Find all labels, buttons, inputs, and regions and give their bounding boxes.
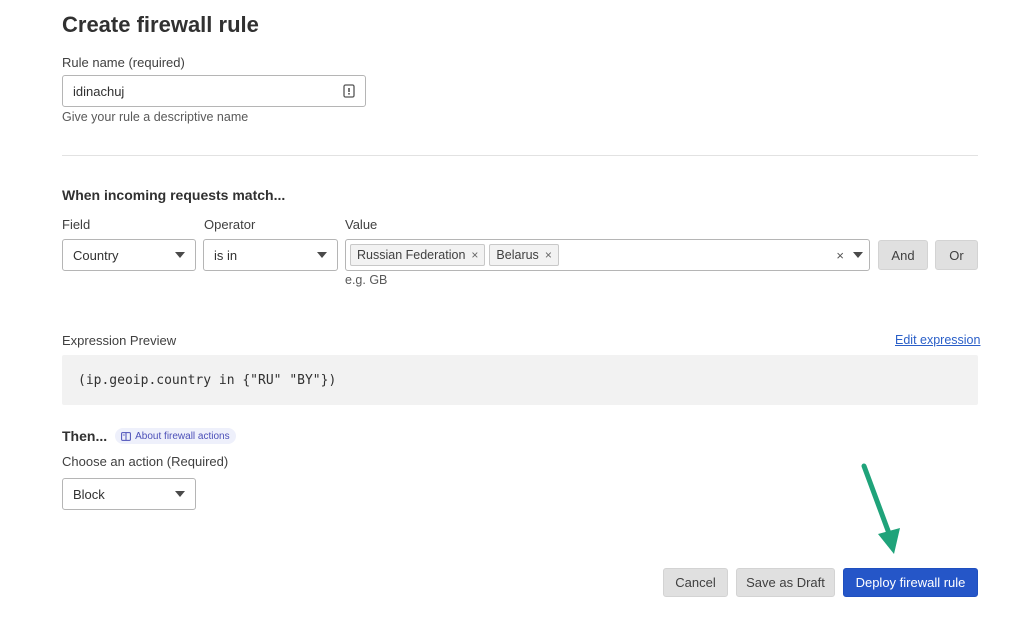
section-divider bbox=[62, 155, 978, 156]
chevron-down-icon bbox=[175, 252, 185, 258]
value-chip-belarus: Belarus × bbox=[489, 244, 559, 266]
chevron-down-icon[interactable] bbox=[853, 252, 863, 258]
form-fill-icon[interactable] bbox=[343, 84, 355, 98]
then-heading: Then... bbox=[62, 428, 108, 444]
expression-preview-label: Expression Preview bbox=[62, 333, 177, 348]
annotation-arrow-icon bbox=[861, 463, 900, 554]
about-firewall-actions-link[interactable]: About firewall actions bbox=[115, 428, 236, 444]
save-draft-button[interactable]: Save as Draft bbox=[736, 568, 835, 597]
cancel-button[interactable]: Cancel bbox=[663, 568, 728, 597]
value-multiselect[interactable]: Russian Federation × Belarus × × bbox=[345, 239, 870, 271]
book-icon bbox=[121, 431, 132, 441]
operator-select[interactable]: is in bbox=[203, 239, 338, 271]
expression-preview: (ip.geoip.country in {"RU" "BY"}) bbox=[62, 355, 978, 405]
remove-chip-icon[interactable]: × bbox=[545, 248, 552, 262]
match-heading: When incoming requests match... bbox=[62, 187, 286, 203]
action-select-value: Block bbox=[73, 486, 105, 502]
chevron-down-icon bbox=[317, 252, 327, 258]
then-row: Then... About firewall actions bbox=[62, 428, 236, 444]
operator-select-value: is in bbox=[214, 247, 238, 263]
value-chip-russia: Russian Federation × bbox=[350, 244, 486, 266]
rule-name-label: Rule name (required) bbox=[62, 55, 185, 70]
or-button[interactable]: Or bbox=[935, 240, 978, 270]
rule-name-input[interactable]: idinachuj bbox=[62, 75, 366, 107]
chevron-down-icon bbox=[175, 491, 185, 497]
field-label: Field bbox=[62, 217, 91, 232]
action-select[interactable]: Block bbox=[62, 478, 196, 510]
action-label: Choose an action (Required) bbox=[62, 454, 229, 469]
field-select[interactable]: Country bbox=[62, 239, 196, 271]
deploy-firewall-rule-button[interactable]: Deploy firewall rule bbox=[843, 568, 978, 597]
rule-name-value: idinachuj bbox=[73, 83, 125, 99]
remove-chip-icon[interactable]: × bbox=[471, 248, 478, 262]
value-hint: e.g. GB bbox=[345, 273, 388, 287]
clear-values-icon[interactable]: × bbox=[836, 248, 844, 263]
value-label: Value bbox=[345, 217, 378, 232]
rule-name-help: Give your rule a descriptive name bbox=[62, 110, 249, 124]
edit-expression-link[interactable]: Edit expression bbox=[895, 333, 980, 347]
operator-label: Operator bbox=[204, 217, 256, 232]
expression-code: (ip.geoip.country in {"RU" "BY"}) bbox=[78, 372, 337, 388]
field-select-value: Country bbox=[73, 247, 119, 263]
page-title: Create firewall rule bbox=[62, 12, 259, 37]
and-button[interactable]: And bbox=[878, 240, 928, 270]
